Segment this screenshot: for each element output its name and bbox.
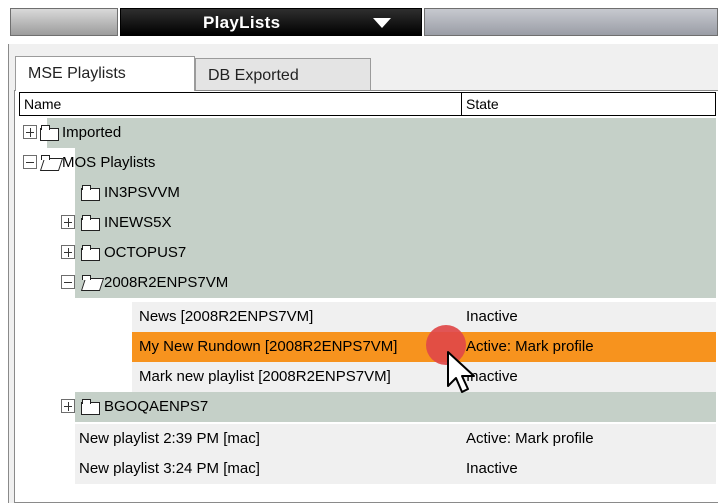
tree-item-label: INEWS5X (104, 214, 172, 231)
playlist-state: Active: Mark profile (466, 338, 594, 355)
playlists-header-dropdown[interactable]: PlayLists (120, 8, 422, 36)
tree-item-label: OCTOPUS7 (104, 244, 187, 261)
folder-icon (40, 125, 59, 141)
collapse-icon[interactable] (61, 275, 75, 289)
playlist-state: Active: Mark profile (466, 430, 594, 447)
playlist-state: Inactive (466, 308, 518, 325)
dropdown-arrow-icon[interactable] (373, 18, 391, 28)
collapse-icon[interactable] (23, 155, 37, 169)
expand-icon[interactable] (61, 245, 75, 259)
folder-icon (81, 399, 100, 415)
tree-item-label: Imported (62, 124, 122, 141)
folder-open-icon (39, 155, 64, 171)
arrow-cursor-icon (447, 351, 475, 393)
expand-icon[interactable] (61, 399, 75, 413)
tree-row[interactable] (47, 118, 716, 148)
tree-item-label: BGOQAENPS7 (104, 398, 209, 415)
folder-icon (81, 245, 100, 261)
header-right-panel (424, 8, 718, 36)
folder-icon (81, 185, 100, 201)
expand-icon[interactable] (61, 215, 75, 229)
tree-item-label: MOS Playlists (62, 154, 156, 171)
column-header-state[interactable]: State (461, 92, 716, 116)
header-left-panel (10, 8, 118, 36)
tree-item-label: IN3PSVVM (104, 184, 180, 201)
playlist-name: New playlist 3:24 PM [mac] (79, 460, 260, 477)
playlists-title: PlayLists (203, 13, 281, 32)
playlist-state: Inactive (466, 460, 518, 477)
tree-row[interactable] (75, 148, 716, 178)
folder-icon (81, 215, 100, 231)
playlist-name: New playlist 2:39 PM [mac] (79, 430, 260, 447)
playlist-name: News [2008R2ENPS7VM] (139, 308, 314, 325)
tab-mse-playlists[interactable]: MSE Playlists (15, 56, 195, 91)
tree-item-label: 2008R2ENPS7VM (104, 274, 229, 291)
expand-icon[interactable] (23, 125, 37, 139)
folder-open-icon (80, 275, 105, 291)
playlist-name: Mark new playlist [2008R2ENPS7VM] (139, 368, 391, 385)
playlist-name: My New Rundown [2008R2ENPS7VM] (139, 338, 398, 355)
column-header-name[interactable]: Name (19, 92, 462, 116)
tab-db-exported[interactable]: DB Exported (195, 58, 371, 90)
